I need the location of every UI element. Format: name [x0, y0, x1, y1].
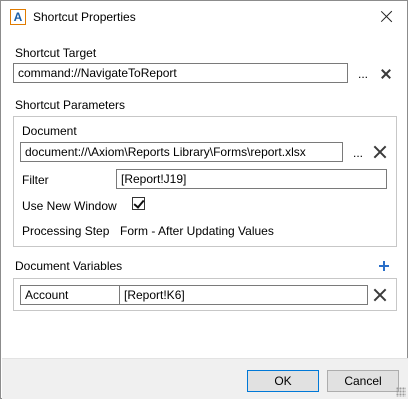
document-clear-icon[interactable] [373, 145, 387, 159]
dialog-footer: OK Cancel [2, 358, 408, 399]
processing-step-value: Form - After Updating Values [120, 224, 274, 238]
dialog-title: Shortcut Properties [33, 10, 136, 24]
ok-button[interactable]: OK [247, 370, 319, 392]
cancel-button[interactable]: Cancel [327, 370, 399, 392]
document-label: Document [22, 124, 77, 138]
shortcut-parameters-panel: Document document://\Axiom\Reports Libra… [13, 116, 397, 247]
shortcut-target-clear-icon[interactable] [381, 69, 391, 79]
processing-step-label: Processing Step [22, 224, 110, 238]
variable-value-input[interactable]: [Report!K6] [119, 285, 368, 305]
add-variable-icon[interactable] [379, 261, 389, 271]
resize-grip-icon[interactable] [396, 387, 406, 397]
variable-remove-icon[interactable] [373, 288, 387, 302]
variable-name-input[interactable]: Account [20, 285, 120, 305]
document-input[interactable]: document://\Axiom\Reports Library\Forms\… [20, 142, 343, 162]
document-variables-panel: Account [Report!K6] [13, 278, 397, 311]
shortcut-target-browse-button[interactable]: ... [358, 67, 368, 81]
use-new-window-label: Use New Window [22, 199, 117, 213]
document-variables-label: Document Variables [15, 259, 123, 273]
shortcut-properties-dialog: A Shortcut Properties Shortcut Target co… [0, 0, 408, 399]
document-browse-button[interactable]: ... [353, 146, 363, 160]
title-bar[interactable]: A Shortcut Properties [1, 1, 407, 33]
app-logo-icon: A [10, 9, 26, 25]
shortcut-parameters-label: Shortcut Parameters [15, 98, 126, 112]
shortcut-target-input[interactable]: command://NavigateToReport [13, 63, 348, 83]
close-icon[interactable] [377, 7, 397, 27]
filter-input[interactable]: [Report!J19] [116, 169, 387, 189]
shortcut-target-label: Shortcut Target [15, 46, 97, 60]
filter-label: Filter [22, 173, 49, 187]
use-new-window-checkbox[interactable] [132, 197, 145, 210]
